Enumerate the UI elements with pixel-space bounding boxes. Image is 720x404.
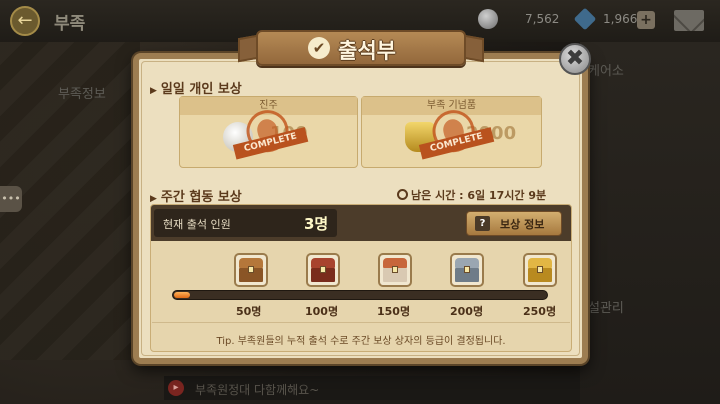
pearl-icon [478, 9, 498, 29]
add-gem-button[interactable]: + [637, 11, 655, 29]
tip-text: Tip. 부족원들의 누적 출석 수로 주간 보상 상자의 등급이 결정됩니다. [216, 336, 506, 347]
check-icon: ✔ [308, 37, 330, 59]
silver-chest-icon[interactable] [450, 253, 484, 287]
mail-icon[interactable] [674, 10, 704, 31]
attendee-label: 현재 출석 인원 [163, 218, 231, 231]
daily-section-title: ▶ 일일 개인 보상 [150, 82, 242, 97]
milestone-label: 100명 [305, 305, 339, 318]
divider [152, 322, 570, 323]
pearl-count: 7,562 [525, 12, 560, 26]
milestone-label: 50명 [236, 305, 262, 318]
close-button[interactable]: ✖ [559, 43, 591, 75]
bronze-chest-icon[interactable] [378, 253, 412, 287]
back-arrow-icon: ← [17, 10, 33, 31]
chat-bubble-icon[interactable]: ••• [0, 186, 22, 212]
wooden-chest-icon[interactable] [234, 253, 268, 287]
chat-message: 부족원정대 다함께해요~ [195, 383, 320, 397]
background-menu-label: 설관리 [588, 301, 624, 316]
megaphone-icon: ▸ [168, 380, 184, 396]
weekly-section-title: ▶ 주간 협동 보상 [150, 190, 242, 205]
red-chest-icon[interactable] [306, 253, 340, 287]
background-right-panel [580, 40, 720, 404]
attendee-count: 3명 [304, 215, 329, 233]
gem-count: 1,966 [603, 12, 638, 26]
modal-title: 출석부 [338, 39, 396, 63]
background-menu-label: 케어소 [588, 64, 624, 79]
remaining-time: 남은 시간 : 6일 17시간 9분 [397, 187, 546, 203]
section-arrow-icon: ▶ [150, 86, 157, 96]
back-button[interactable]: ← [10, 6, 40, 36]
top-title: 부족 [54, 14, 86, 34]
section-arrow-icon: ▶ [150, 194, 157, 204]
reward-info-label: 보상 정보 [500, 218, 545, 231]
milestone-label: 150명 [377, 305, 411, 318]
tribe-info-label: 부족정보 [58, 87, 106, 102]
gold-chest-icon[interactable] [523, 253, 557, 287]
attendance-progress-bar [172, 290, 548, 300]
milestone-label: 250명 [523, 305, 557, 318]
progress-fill [174, 292, 190, 298]
question-icon: ? [475, 216, 490, 231]
clock-icon [397, 189, 408, 200]
milestone-label: 200명 [450, 305, 484, 318]
